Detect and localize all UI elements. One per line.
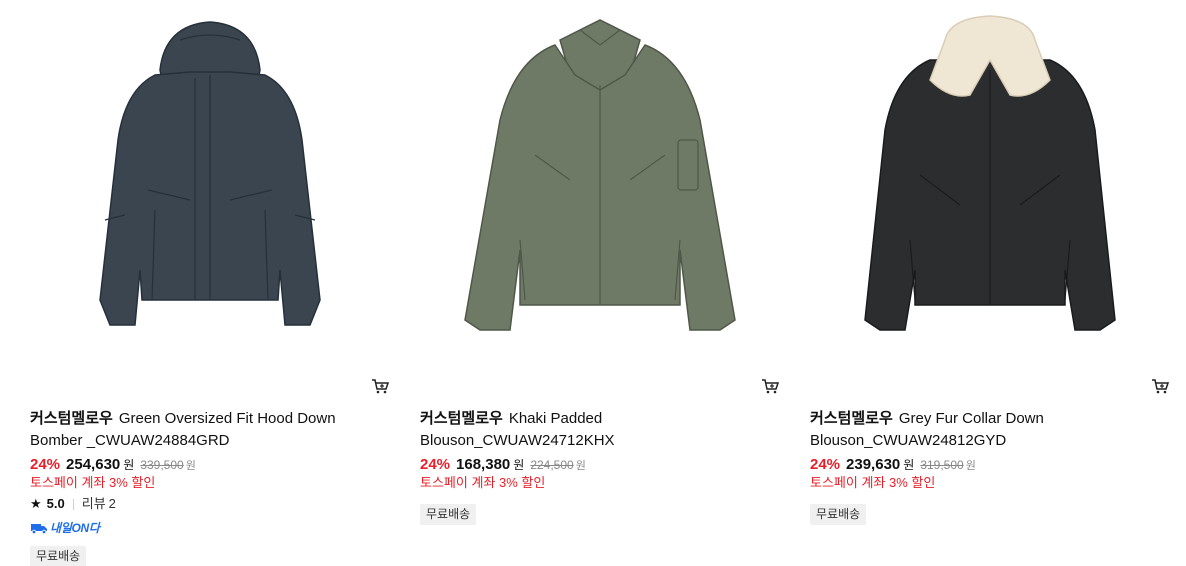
sale-price: 239,630 — [846, 456, 901, 473]
product-title[interactable]: 커스텀멜로우 Khaki Padded Blouson_CWUAW24712KHX — [420, 408, 750, 452]
truck-icon — [31, 523, 47, 534]
currency-label: 원 — [903, 458, 915, 472]
add-to-cart-button[interactable] — [370, 376, 390, 396]
promo-text: 토스페이 계좌 3% 할인 — [30, 475, 156, 490]
product-image[interactable] — [420, 0, 780, 370]
promo-text: 토스페이 계좌 3% 할인 — [810, 475, 936, 490]
sale-price: 168,380 — [456, 456, 511, 473]
delivery-badge: 내일ON다 — [30, 519, 100, 536]
review-count: 2 — [108, 496, 116, 511]
cart-icon — [372, 379, 390, 394]
delivery-text: 내일ON다 — [50, 521, 100, 535]
free-shipping-badge: 무료배송 — [810, 504, 867, 525]
brand-name[interactable]: 커스텀멜로우 — [30, 410, 113, 427]
product-image[interactable] — [30, 0, 390, 370]
product-card[interactable]: 커스텀멜로우 Khaki Padded Blouson_CWUAW24712KHX… — [420, 0, 780, 566]
brand-name[interactable]: 커스텀멜로우 — [420, 410, 503, 427]
free-shipping-badge: 무료배송 — [30, 546, 87, 566]
original-price: 339,500 — [140, 458, 184, 472]
price-row: 24% 168,380 원 224,500 원 — [420, 455, 586, 476]
product-title[interactable]: 커스텀멜로우 Green Oversized Fit Hood Down Bomb… — [30, 408, 360, 452]
price-row: 24% 254,630 원 339,500 원 — [30, 455, 196, 476]
sale-price: 254,630 — [66, 456, 121, 473]
original-currency-label: 원 — [185, 460, 196, 472]
cart-icon — [762, 379, 780, 394]
brand-name[interactable]: 커스텀멜로우 — [810, 410, 893, 427]
add-to-cart-button[interactable] — [760, 376, 780, 396]
free-shipping-badge: 무료배송 — [420, 504, 477, 525]
discount-rate: 24% — [30, 456, 61, 473]
promo-text: 토스페이 계좌 3% 할인 — [420, 475, 546, 490]
discount-rate: 24% — [420, 456, 451, 473]
product-title[interactable]: 커스텀멜로우 Grey Fur Collar Down Blouson_CWUAW… — [810, 408, 1140, 452]
price-row: 24% 239,630 원 319,500 원 — [810, 455, 976, 476]
product-card[interactable]: 커스텀멜로우 Green Oversized Fit Hood Down Bomb… — [30, 0, 390, 566]
divider — [72, 498, 74, 510]
product-image[interactable] — [810, 0, 1170, 370]
original-currency-label: 원 — [965, 460, 976, 472]
star-icon: ★ — [30, 496, 42, 511]
currency-label: 원 — [123, 458, 135, 472]
original-currency-label: 원 — [575, 460, 586, 472]
currency-label: 원 — [513, 458, 525, 472]
original-price: 319,500 — [920, 458, 964, 472]
review-label: 리뷰 — [81, 496, 106, 511]
add-to-cart-button[interactable] — [1150, 376, 1170, 396]
rating-row: ★ 5.0 리뷰 2 — [30, 495, 116, 513]
discount-rate: 24% — [810, 456, 841, 473]
original-price: 224,500 — [530, 458, 574, 472]
product-card[interactable]: 커스텀멜로우 Grey Fur Collar Down Blouson_CWUAW… — [810, 0, 1170, 566]
rating-score: 5.0 — [46, 496, 65, 511]
cart-icon — [1152, 379, 1170, 394]
